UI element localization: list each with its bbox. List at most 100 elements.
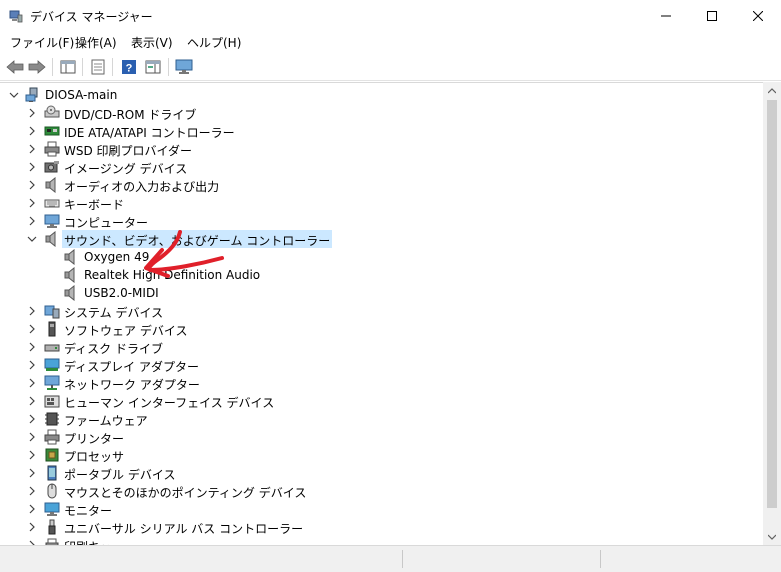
tree-item-label: マウスとそのほかのポインティング デバイス [64, 486, 307, 500]
expand-chevron[interactable] [27, 180, 37, 190]
toolbar: ? [0, 53, 781, 81]
tree-device[interactable]: USB2.0-MIDI [0, 284, 763, 302]
menu-help[interactable]: ヘルプ(H) [187, 34, 241, 51]
monitor-icon [175, 59, 193, 74]
expand-chevron[interactable] [27, 162, 37, 172]
expand-chevron[interactable] [27, 108, 37, 118]
tree-item-label: ディスプレイ アダプター [64, 360, 199, 374]
title-bar: デバイス マネージャー [0, 0, 781, 31]
tree-category[interactable]: コンピューター [0, 212, 763, 230]
expand-chevron[interactable] [27, 216, 37, 226]
tree-category[interactable]: ネットワーク アダプター [0, 374, 763, 392]
forward-button[interactable] [27, 57, 47, 77]
properties-button[interactable] [88, 57, 108, 77]
expand-chevron[interactable] [27, 198, 37, 208]
chevron-right-icon [29, 432, 35, 442]
root-computer-icon [25, 87, 41, 103]
chevron-right-icon [29, 360, 35, 370]
collapse-chevron[interactable] [9, 90, 19, 100]
chevron-right-icon [29, 180, 35, 190]
expand-chevron[interactable] [27, 306, 37, 316]
scan-hardware-button[interactable] [174, 57, 194, 77]
tree-category[interactable]: オーディオの入力および出力 [0, 176, 763, 194]
collapse-chevron[interactable] [27, 234, 37, 244]
maximize-button[interactable] [689, 0, 735, 31]
device-manager-icon [9, 10, 23, 23]
speaker-icon [63, 266, 79, 284]
toolbar-separator [82, 58, 83, 76]
expand-chevron[interactable] [27, 414, 37, 424]
expand-chevron[interactable] [27, 450, 37, 460]
expand-chevron[interactable] [27, 486, 37, 496]
expand-chevron[interactable] [27, 432, 37, 442]
expand-chevron[interactable] [27, 522, 37, 532]
tree-root[interactable]: DIOSA-main [0, 86, 763, 104]
mouse-icon [44, 483, 60, 499]
tree-item-label: ファームウェア [64, 414, 148, 428]
expand-chevron[interactable] [27, 468, 37, 478]
tree-device[interactable]: Oxygen 49 [0, 248, 763, 266]
close-icon [753, 10, 763, 21]
help-icon: ? [122, 60, 136, 75]
tree-item-label: ネットワーク アダプター [64, 378, 200, 392]
tree-category[interactable]: DVD/CD-ROM ドライブ [0, 104, 763, 122]
firmware-icon [44, 411, 60, 427]
scroll-down-button[interactable] [763, 528, 781, 545]
menu-view[interactable]: 表示(V) [131, 34, 173, 51]
expand-chevron[interactable] [27, 396, 37, 406]
menu-action[interactable]: 操作(A) [75, 34, 117, 51]
tree-category[interactable]: キーボード [0, 194, 763, 212]
chevron-right-icon [29, 342, 35, 352]
tree-category[interactable]: ディスプレイ アダプター [0, 356, 763, 374]
tree-category[interactable]: イメージング デバイス [0, 158, 763, 176]
tree-category[interactable]: ヒューマン インターフェイス デバイス [0, 392, 763, 410]
keyboard-icon [44, 195, 60, 211]
tree-device[interactable]: Realtek High Definition Audio [0, 266, 763, 284]
chevron-right-icon [29, 504, 35, 514]
expand-chevron[interactable] [27, 504, 37, 514]
expand-chevron[interactable] [27, 360, 37, 370]
chevron-right-icon [29, 396, 35, 406]
tree-category[interactable]: ソフトウェア デバイス [0, 320, 763, 338]
expand-chevron[interactable] [27, 324, 37, 334]
monitor-icon [44, 501, 60, 517]
close-button[interactable] [735, 0, 781, 31]
tree-item-label: ソフトウェア デバイス [64, 324, 188, 338]
usb-icon [44, 519, 60, 535]
tree-category[interactable]: ファームウェア [0, 410, 763, 428]
tree-category[interactable]: モニター [0, 500, 763, 518]
tree-category[interactable]: ポータブル デバイス [0, 464, 763, 482]
expand-chevron[interactable] [27, 144, 37, 154]
tree-category[interactable]: プロセッサ [0, 446, 763, 464]
tree-category[interactable]: サウンド、ビデオ、およびゲーム コントローラー [0, 230, 763, 248]
back-button[interactable] [5, 57, 25, 77]
tree-category[interactable]: マウスとそのほかのポインティング デバイス [0, 482, 763, 500]
expand-chevron[interactable] [27, 342, 37, 352]
show-hide-tree-button[interactable] [58, 57, 78, 77]
tree-category[interactable]: WSD 印刷プロバイダー [0, 140, 763, 158]
printer-icon [44, 141, 60, 157]
help-button[interactable]: ? [119, 57, 139, 77]
tree-item-label: コンピューター [64, 216, 149, 230]
action-pane-button[interactable] [143, 57, 163, 77]
processor-icon [44, 447, 60, 463]
tree-category[interactable]: ディスク ドライブ [0, 338, 763, 356]
tree-category[interactable]: IDE ATA/ATAPI コントローラー [0, 122, 763, 140]
svg-text:?: ? [126, 63, 133, 75]
scroll-up-button[interactable] [763, 82, 781, 99]
tree-category[interactable]: ユニバーサル シリアル バス コントローラー [0, 518, 763, 536]
chevron-right-icon [29, 486, 35, 496]
tree-category[interactable]: 印刷キュー [0, 536, 763, 545]
vertical-scrollbar[interactable] [763, 82, 781, 545]
expand-chevron[interactable] [27, 126, 37, 136]
scrollbar-thumb[interactable] [767, 100, 777, 508]
speaker-icon [63, 284, 79, 302]
menu-file[interactable]: ファイル(F) [10, 34, 74, 51]
scroll-down-icon [768, 534, 776, 540]
speaker-icon [44, 230, 60, 248]
tree-category[interactable]: システム デバイス [0, 302, 763, 320]
minimize-button[interactable] [643, 0, 689, 31]
tree-category[interactable]: プリンター [0, 428, 763, 446]
expand-chevron[interactable] [27, 378, 37, 388]
tree-item-label: ディスク ドライブ [64, 342, 163, 356]
